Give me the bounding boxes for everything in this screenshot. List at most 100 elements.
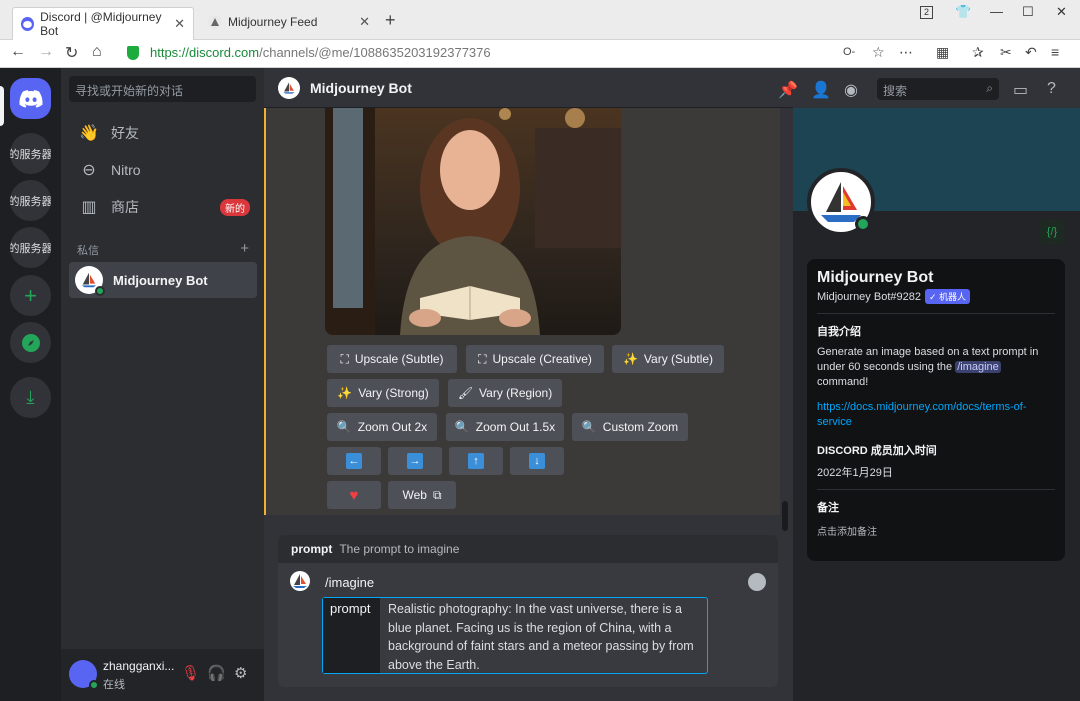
url-path: /channels/@me/1088635203192377376 (259, 45, 491, 60)
add-friends-to-dm-icon[interactable]: 👤 (811, 80, 831, 100)
external-link-icon: ⧉ (432, 487, 442, 502)
message-composer[interactable]: /imagine prompt Realistic photography: I… (278, 563, 778, 687)
chat-scrollbar[interactable] (782, 501, 788, 531)
dm-sidebar: 寻找或开始新的对话 👋 好友 ⊖ Nitro ▥ 商店 新的 私信 + Midj… (61, 68, 264, 701)
online-status-icon (89, 680, 99, 690)
dm-item-midjourney-bot[interactable]: Midjourney Bot (69, 262, 257, 298)
generated-image[interactable] (325, 108, 621, 335)
star-icon[interactable]: ☆ (872, 44, 885, 61)
nav-label: 商店 (111, 199, 139, 215)
vary-strong-button[interactable]: ✨ Vary (Strong) (327, 379, 439, 407)
reload-icon[interactable]: ↻ (65, 43, 78, 63)
extensions-icon[interactable]: ▦ (936, 44, 949, 61)
divider (817, 489, 1055, 490)
arrow-down-icon: ↓ (529, 453, 545, 469)
vary-region-button[interactable]: 🖌 Vary (Region) (448, 379, 562, 407)
pinned-messages-icon[interactable]: 📌 (778, 80, 798, 100)
nav-shop[interactable]: ▥ 商店 新的 (71, 189, 258, 225)
dm-search-input[interactable]: 寻找或开始新的对话 (69, 76, 256, 102)
message-area: ⛶ Upscale (Subtle) ⛶ Upscale (Creative) ✨ V… (264, 108, 780, 515)
search-placeholder: 搜索 (883, 84, 908, 98)
friends-icon: 👋 (79, 125, 99, 142)
search-input[interactable]: 搜索 ⌕ (877, 78, 999, 100)
pan-up-button[interactable]: ↑ (449, 447, 503, 475)
bot-badge: ✓ 机器人 (924, 289, 971, 304)
upscale-creative-button[interactable]: ⛶ Upscale (Creative) (466, 345, 604, 373)
back-icon[interactable]: ← (10, 43, 26, 61)
minimize-icon[interactable]: — (990, 4, 1003, 19)
add-server-icon[interactable]: + (10, 275, 51, 316)
paintbrush-icon: 🖌 (457, 386, 474, 400)
server-icon[interactable]: 的服务器 (10, 133, 51, 174)
close-window-icon[interactable]: ✕ (1056, 4, 1067, 20)
custom-zoom-button[interactable]: 🔍 Custom Zoom (572, 413, 688, 441)
close-tab-icon[interactable]: ✕ (174, 16, 185, 32)
server-icon[interactable]: 的服务器 (10, 180, 51, 221)
undo-icon[interactable]: ↶ (1025, 44, 1037, 61)
prompt-option-field[interactable]: prompt Realistic photography: In the vas… (322, 597, 708, 674)
mute-mic-icon[interactable]: 🎙 (181, 664, 200, 682)
terms-link[interactable]: https://docs.midjourney.com/docs/terms-o… (817, 400, 1055, 430)
server-label: 的服务器 (10, 242, 51, 255)
nav-label: Nitro (111, 162, 141, 178)
help-icon[interactable]: ? (1047, 80, 1056, 98)
screenshot-icon[interactable]: ✂ (1000, 44, 1012, 61)
tab-count-badge[interactable]: 2 (920, 6, 933, 19)
pan-right-button[interactable]: → (388, 447, 442, 475)
prompt-text-input[interactable]: Realistic photography: In the vast unive… (380, 598, 707, 673)
tab-discord[interactable]: Discord | @Midjourney Bot ✕ (12, 7, 194, 40)
nitro-icon: ⊖ (82, 162, 96, 179)
home-icon[interactable]: ⌂ (92, 43, 102, 61)
favorite-button[interactable]: ♥ (327, 481, 381, 509)
upscale-subtle-button[interactable]: ⛶ Upscale (Subtle) (327, 345, 457, 373)
magnifier-icon: 🔍 (336, 420, 352, 434)
pan-left-button[interactable]: ← (327, 447, 381, 475)
username[interactable]: zhangganxi... (103, 659, 174, 673)
web-link-button[interactable]: Web ⧉ (388, 481, 456, 509)
nav-nitro[interactable]: ⊖ Nitro (71, 152, 258, 188)
new-badge: 新的 (220, 198, 250, 216)
download-apps-icon[interactable]: ⤓ (10, 377, 51, 418)
sparkles-icon: ✨ (622, 352, 638, 366)
create-dm-icon[interactable]: + (240, 240, 249, 257)
user-status: 在线 (103, 679, 125, 691)
inbox-icon[interactable]: ▭ (1013, 80, 1028, 100)
imagine-command-mention[interactable]: /imagine (955, 361, 1001, 373)
nav-friends[interactable]: 👋 好友 (71, 115, 258, 151)
discord-home-button[interactable] (10, 78, 51, 119)
menu-icon[interactable]: ≡ (1051, 44, 1059, 60)
about-text-part: command! (817, 376, 869, 388)
key-icon[interactable]: O‑ (843, 46, 855, 58)
pan-down-button[interactable]: ↓ (510, 447, 564, 475)
maximize-icon[interactable]: ☐ (1022, 4, 1034, 20)
tab-midjourney-feed[interactable]: Midjourney Feed ✕ (200, 8, 378, 36)
dm-header-label: 私信 (77, 245, 99, 257)
button-label: Vary (Strong) (358, 386, 429, 400)
slash-commands-icon[interactable]: {/} (1040, 220, 1064, 244)
headphones-icon[interactable]: 🎧 (207, 664, 226, 682)
new-tab-icon[interactable]: + (385, 10, 396, 31)
member-since-heading: DISCORD 成员加入时间 (817, 445, 937, 457)
forward-icon[interactable]: → (38, 43, 54, 61)
heart-icon: ♥ (349, 486, 359, 504)
vary-subtle-button[interactable]: ✨ Vary (Subtle) (612, 345, 724, 373)
favorites-icon[interactable]: ✰ (972, 44, 984, 61)
close-tab-icon[interactable]: ✕ (359, 14, 370, 30)
shop-icon: ▥ (81, 199, 97, 216)
profile-avatar[interactable] (807, 168, 875, 236)
note-input[interactable]: 点击添加备注 (817, 523, 1055, 538)
midjourney-avatar (278, 76, 300, 99)
server-icon[interactable]: 的服务器 (10, 227, 51, 268)
explore-servers-icon[interactable] (10, 322, 51, 363)
emoji-picker-icon[interactable] (748, 573, 766, 591)
user-avatar[interactable] (69, 660, 99, 690)
arrow-right-icon: → (407, 453, 423, 469)
more-icon[interactable]: ⋯ (899, 44, 913, 61)
zoom-out-1-5x-button[interactable]: 🔍 Zoom Out 1.5x (446, 413, 564, 441)
user-profile-icon[interactable]: ◉ (844, 80, 858, 100)
zoom-out-2x-button[interactable]: 🔍 Zoom Out 2x (327, 413, 437, 441)
member-since-date: 2022年1月29日 (817, 467, 893, 479)
url-field[interactable]: https://discord.com/channels/@me/1088635… (150, 45, 491, 60)
skin-icon[interactable]: 👕 (955, 4, 971, 20)
settings-gear-icon[interactable]: ⚙ (234, 664, 247, 682)
